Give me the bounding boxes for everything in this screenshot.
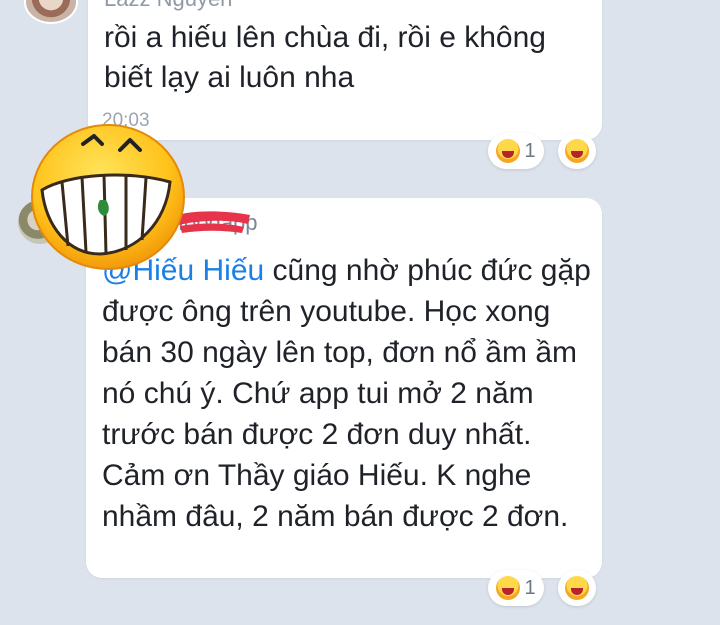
sender-name: Lazz Nguyen [104, 0, 232, 12]
react-button[interactable] [558, 570, 596, 606]
laughing-face-icon [496, 139, 521, 163]
laughing-face-icon [496, 576, 521, 600]
message-text: @Hiếu Hiếu cũng nhờ phúc đức gặp được ôn… [102, 250, 594, 537]
sender-avatar[interactable] [24, 0, 78, 24]
reaction-count: 1 [524, 139, 536, 162]
laughing-face-icon [565, 139, 589, 163]
reaction-count: 1 [524, 576, 536, 599]
reaction-summary[interactable]: 1 [488, 133, 544, 169]
message-body: cũng nhờ phúc đức gặp được ông trên yout… [102, 254, 600, 533]
reaction-summary[interactable]: 1 [488, 570, 544, 606]
react-button[interactable] [558, 133, 596, 169]
grinning-face-sticker [31, 124, 185, 270]
message-bubble[interactable]: Lazz Nguyen rồi a hiếu lên chùa đi, rồi … [88, 0, 602, 140]
message-text: rồi a hiếu lên chùa đi, rồi e không biết… [104, 21, 555, 94]
laughing-face-icon [565, 576, 589, 600]
